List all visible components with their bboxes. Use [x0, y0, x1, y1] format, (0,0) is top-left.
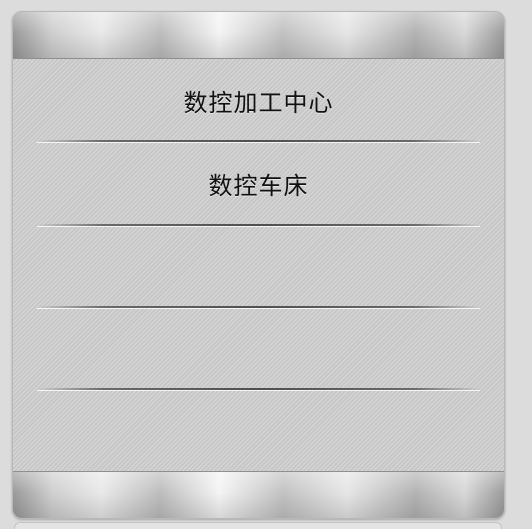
menu-item-cnc-lathe[interactable]: 数控车床 [13, 140, 504, 225]
next-panel-edge [14, 522, 502, 529]
screen: 数控加工中心 数控车床 [0, 0, 532, 529]
menu-item-label: 数控车床 [208, 171, 309, 200]
panel-header-bar [13, 12, 504, 59]
menu-list: 数控加工中心 数控车床 [13, 59, 504, 471]
menu-item-machining-center[interactable]: 数控加工中心 [13, 59, 504, 141]
menu-item-label: 数控加工中心 [183, 88, 334, 117]
menu-item-empty-5[interactable] [13, 388, 504, 471]
menu-panel: 数控加工中心 数控车床 [12, 11, 505, 519]
menu-item-empty-4[interactable] [13, 306, 504, 389]
menu-item-empty-3[interactable] [13, 224, 504, 307]
panel-footer-bar [13, 471, 504, 518]
